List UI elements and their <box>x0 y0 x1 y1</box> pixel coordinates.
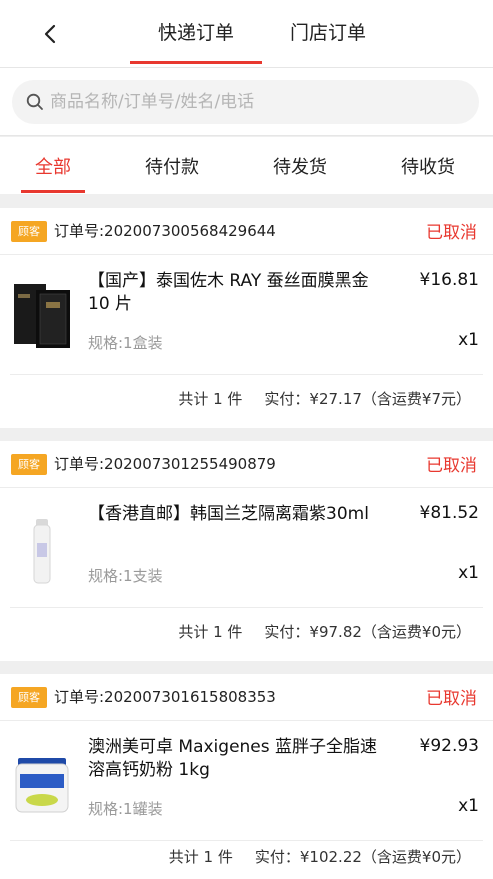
order-header: 顾客 订单号:202007301615808353 已取消 <box>0 674 493 721</box>
customer-badge: 顾客 <box>11 454 47 475</box>
product-image[interactable] <box>10 280 74 354</box>
chevron-left-icon <box>44 24 56 44</box>
tab-pending-shipment[interactable]: 待发货 <box>273 153 327 179</box>
order-summary: 共计 1 件 实付：¥97.82（含运费¥0元） <box>178 621 471 642</box>
product-spec: 规格:1支装 <box>88 567 163 585</box>
total-count: 共计 1 件 <box>178 390 243 408</box>
order-summary: 共计 1 件 实付：¥27.17（含运费¥7元） <box>178 388 471 409</box>
tab-all[interactable]: 全部 <box>35 153 71 179</box>
product-spec: 规格:1盒装 <box>88 334 163 352</box>
active-filter-indicator <box>21 190 85 193</box>
divider <box>10 607 483 608</box>
order-status: 已取消 <box>426 223 477 243</box>
search-box[interactable] <box>12 80 479 124</box>
customer-badge: 顾客 <box>11 221 47 242</box>
product-quantity: x1 <box>458 796 479 816</box>
product-quantity: x1 <box>458 563 479 583</box>
search-bar-section <box>0 68 493 136</box>
customer-badge: 顾客 <box>11 687 47 708</box>
back-button[interactable] <box>36 18 64 50</box>
product-image[interactable] <box>10 513 74 587</box>
tab-pending-payment[interactable]: 待付款 <box>145 153 199 179</box>
order-card[interactable]: 顾客 订单号:202007301255490879 已取消 【香港直邮】韩国兰芝… <box>0 441 493 661</box>
product-price: ¥81.52 <box>419 503 479 523</box>
paid-amount: 实付：¥102.22（含运费¥0元） <box>254 848 471 866</box>
order-number: 订单号:202007300568429644 <box>54 222 276 240</box>
divider <box>10 840 483 841</box>
product-quantity: x1 <box>458 330 479 350</box>
order-card[interactable]: 顾客 订单号:202007301615808353 已取消 澳洲美可卓 Maxi… <box>0 674 493 879</box>
total-count: 共计 1 件 <box>178 623 243 641</box>
order-header: 顾客 订单号:202007300568429644 已取消 <box>0 208 493 255</box>
product-name[interactable]: 【香港直邮】韩国兰芝隔离霜紫30ml <box>88 503 388 526</box>
product-price: ¥16.81 <box>419 270 479 290</box>
order-number: 订单号:202007301615808353 <box>54 688 276 706</box>
product-spec: 规格:1罐装 <box>88 800 163 818</box>
product-name[interactable]: 澳洲美可卓 Maxigenes 蓝胖子全脂速溶高钙奶粉 1kg <box>88 736 388 782</box>
order-status-tabs: 全部 待付款 待发货 待收货 <box>0 137 493 194</box>
paid-amount: 实付：¥27.17（含运费¥7元） <box>264 390 471 408</box>
search-icon <box>26 93 43 110</box>
order-header: 顾客 订单号:202007301255490879 已取消 <box>0 441 493 488</box>
order-status: 已取消 <box>426 689 477 709</box>
paid-amount: 实付：¥97.82（含运费¥0元） <box>264 623 471 641</box>
divider <box>10 374 483 375</box>
order-number: 订单号:202007301255490879 <box>54 455 276 473</box>
order-card[interactable]: 顾客 订单号:202007300568429644 已取消 【国产】泰国佐木 R… <box>0 208 493 428</box>
order-summary: 共计 1 件 实付：¥102.22（含运费¥0元） <box>169 846 471 867</box>
total-count: 共计 1 件 <box>168 848 233 866</box>
product-price: ¥92.93 <box>419 736 479 756</box>
search-input[interactable] <box>50 92 450 112</box>
tab-store-orders[interactable]: 门店订单 <box>290 18 366 45</box>
order-status: 已取消 <box>426 456 477 476</box>
product-name[interactable]: 【国产】泰国佐木 RAY 蚕丝面膜黑金 10 片 <box>88 270 388 316</box>
tab-pending-receipt[interactable]: 待收货 <box>401 153 455 179</box>
top-nav-bar: 快递订单 门店订单 <box>0 0 493 68</box>
tab-express-orders[interactable]: 快递订单 <box>158 18 234 45</box>
active-tab-indicator <box>130 61 262 64</box>
product-image[interactable] <box>10 746 74 820</box>
